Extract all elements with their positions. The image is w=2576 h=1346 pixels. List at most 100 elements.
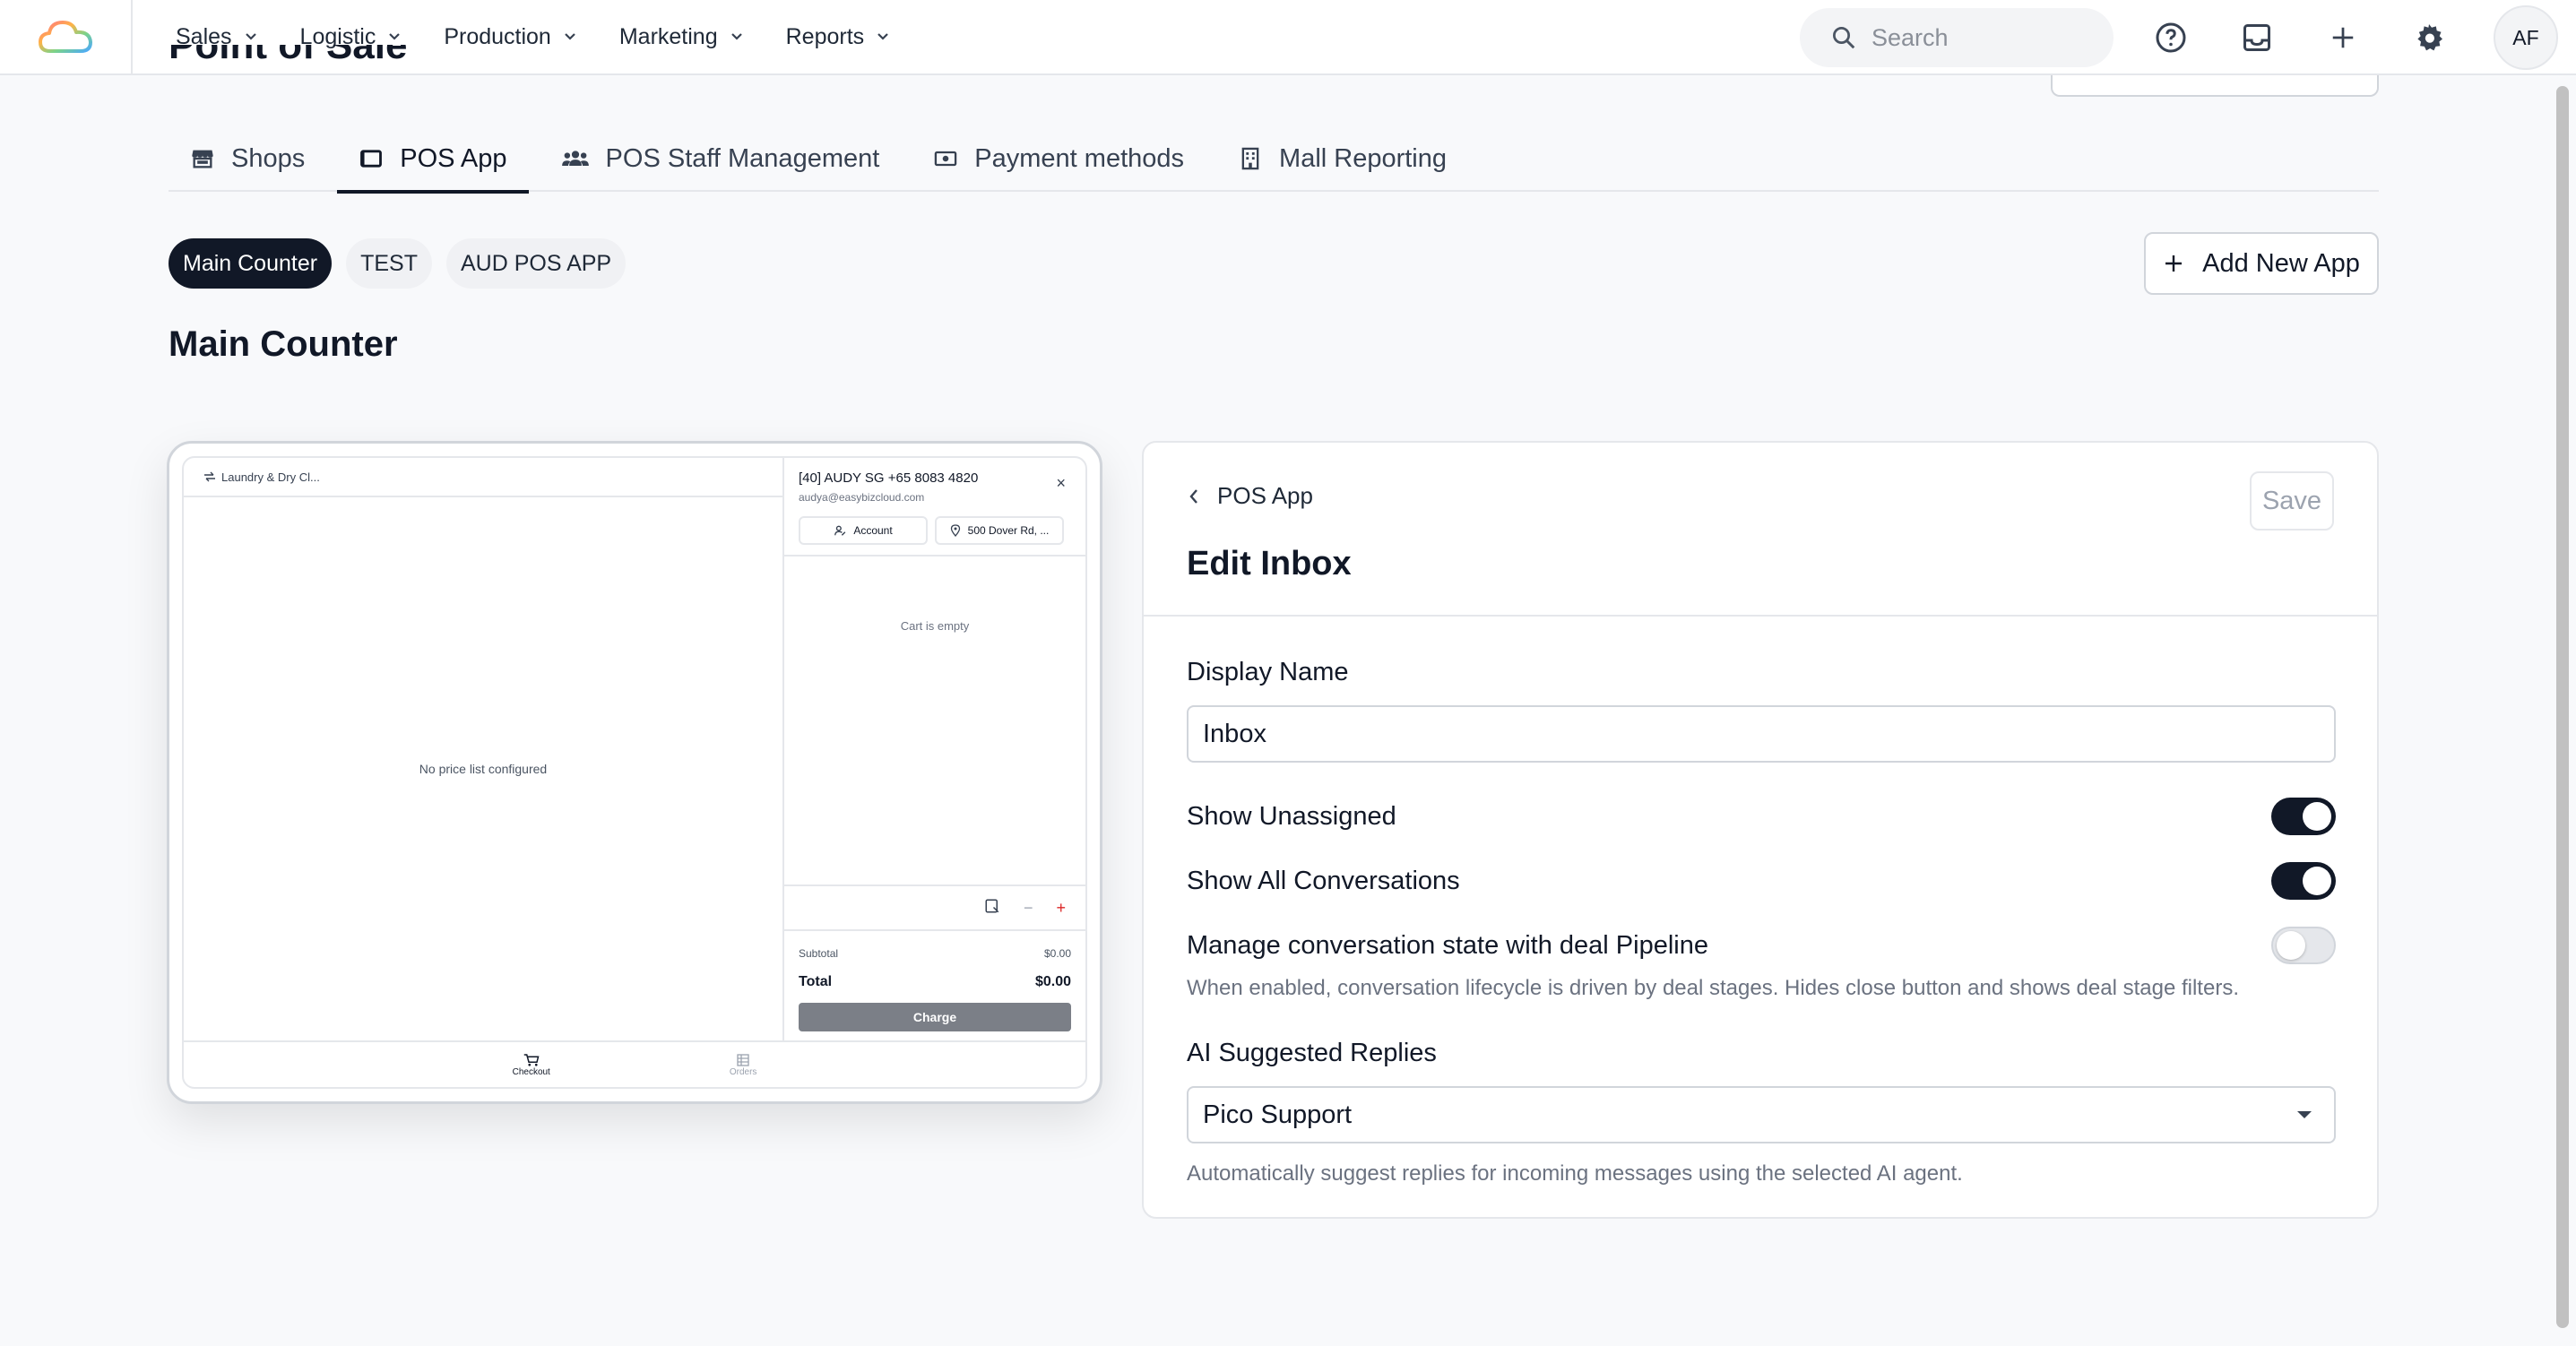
nav-orders[interactable]: Orders <box>729 1042 757 1087</box>
show-unassigned-row: Show Unassigned <box>1187 797 2336 836</box>
back-label: POS App <box>1217 482 1313 509</box>
customer-actions: Account 500 Dover Rd, ... <box>799 516 1071 545</box>
display-name-value: Inbox <box>1203 719 1266 748</box>
tab-pos-staff[interactable]: POS Staff Management <box>540 125 902 192</box>
payment-icon <box>933 146 958 171</box>
chevron-down-icon <box>565 33 575 40</box>
card-title: Edit Inbox <box>1187 545 1352 582</box>
subtotal-value: $0.00 <box>1043 947 1071 960</box>
tab-label: Mall Reporting <box>1279 143 1448 173</box>
search-input[interactable] <box>1871 23 2087 52</box>
cart-actions: − + <box>784 884 1085 931</box>
pill-label: AUD POS APP <box>460 250 612 276</box>
minus-icon[interactable]: − <box>1024 899 1033 918</box>
ai-replies-label: AI Suggested Replies <box>1187 1039 1437 1067</box>
chevron-down-icon <box>245 33 256 40</box>
customer-email: audya@easybizcloud.com <box>799 491 925 504</box>
create-button[interactable] <box>2321 16 2364 59</box>
help-button[interactable] <box>2149 16 2192 59</box>
add-new-app-button[interactable]: Add New App <box>2144 232 2379 295</box>
tab-shops[interactable]: Shops <box>169 125 326 192</box>
inbox-button[interactable] <box>2235 16 2278 59</box>
section-title: Main Counter <box>169 324 398 364</box>
checkout-label: Checkout <box>512 1066 550 1077</box>
header-action-button[interactable] <box>2051 75 2379 97</box>
account-label: Account <box>853 524 893 537</box>
swap-icon <box>204 471 215 482</box>
top-actions: AF <box>1800 0 2576 75</box>
shop-selector[interactable]: Laundry & Dry Cl... <box>184 458 782 497</box>
ai-replies-select[interactable]: Pico Support <box>1187 1086 2336 1143</box>
gear-icon <box>2417 24 2442 51</box>
subtotal-row: Subtotal $0.00 <box>799 947 1071 960</box>
settings-button[interactable] <box>2407 16 2451 59</box>
back-link[interactable]: POS App <box>1189 482 1313 510</box>
store-icon <box>190 146 215 171</box>
chevron-left-icon <box>1189 488 1199 505</box>
app-pill-test[interactable]: TEST <box>346 238 432 289</box>
display-name-field[interactable]: Inbox <box>1187 705 2336 763</box>
totals: Subtotal $0.00 Total $0.00 Charge <box>784 931 1085 1040</box>
note-icon[interactable] <box>984 898 1000 919</box>
search-box[interactable] <box>1800 8 2114 67</box>
logo[interactable] <box>0 0 133 74</box>
save-button[interactable]: Save <box>2250 471 2334 531</box>
customer-panel: [40] AUDY SG +65 8083 4820 audya@easybiz… <box>784 458 1085 557</box>
cart-empty: Cart is empty <box>900 619 970 633</box>
product-pane: Laundry & Dry Cl... No price list config… <box>184 458 784 1040</box>
tab-label: POS App <box>400 143 507 173</box>
inbox-form: Display Name Inbox Show Unassigned Show … <box>1187 658 2336 1186</box>
pill-label: Main Counter <box>183 250 318 276</box>
search-icon <box>1833 27 1855 49</box>
tab-mall-reporting[interactable]: Mall Reporting <box>1216 125 1468 192</box>
orders-label: Orders <box>729 1066 757 1077</box>
nav-marketing[interactable]: Marketing <box>619 24 743 50</box>
nav-reports[interactable]: Reports <box>786 24 890 50</box>
total-value: $0.00 <box>1034 974 1071 989</box>
ai-replies-help: Automatically suggest replies for incomi… <box>1187 1161 1963 1186</box>
chevron-down-icon <box>730 33 742 40</box>
tab-bar: Shops POS App POS Staff Management Payme… <box>169 125 2379 194</box>
show-unassigned-label: Show Unassigned <box>1187 801 1396 831</box>
pipeline-label: Manage conversation state with deal Pipe… <box>1187 930 1708 960</box>
shop-name: Laundry & Dry Cl... <box>221 470 320 484</box>
chevron-down-icon <box>389 33 401 40</box>
nav-checkout[interactable]: Checkout <box>513 1042 550 1087</box>
pipeline-toggle[interactable] <box>2271 927 2336 964</box>
account-button[interactable]: Account <box>799 516 928 545</box>
pos-preview: Laundry & Dry Cl... No price list config… <box>167 441 1102 1104</box>
page-title: Point of Sale <box>169 45 408 67</box>
show-unassigned-toggle[interactable] <box>2271 798 2336 835</box>
plus-icon <box>2332 27 2354 48</box>
tab-pos-app[interactable]: POS App <box>337 125 529 194</box>
page-scrollbar[interactable] <box>2556 86 2569 1328</box>
subtotal-label: Subtotal <box>799 947 839 960</box>
pos-screen: Laundry & Dry Cl... No price list config… <box>182 456 1087 1089</box>
plus-icon[interactable]: + <box>1056 899 1066 918</box>
avatar[interactable]: AF <box>2494 5 2558 70</box>
display-name-label: Display Name <box>1187 658 1349 686</box>
show-all-label: Show All Conversations <box>1187 866 1460 895</box>
cloud-logo-icon <box>39 21 92 53</box>
avatar-initials: AF <box>2512 25 2539 49</box>
app-pill-aud-pos[interactable]: AUD POS APP <box>445 238 627 289</box>
address-button[interactable]: 500 Dover Rd, ... <box>935 516 1064 545</box>
show-all-toggle[interactable] <box>2271 862 2336 900</box>
tab-payment-methods[interactable]: Payment methods <box>912 125 1206 192</box>
close-icon[interactable]: × <box>1056 474 1066 493</box>
orders-icon <box>737 1053 749 1066</box>
pipeline-help: When enabled, conversation lifecycle is … <box>1187 976 2239 1000</box>
address-label: 500 Dover Rd, ... <box>967 524 1050 537</box>
pos-bottom-nav: Checkout Orders <box>184 1040 1085 1087</box>
tab-label: POS Staff Management <box>605 143 880 173</box>
charge-button[interactable]: Charge <box>799 1003 1071 1031</box>
map-pin-icon <box>950 524 960 537</box>
chevron-down-icon <box>877 33 888 40</box>
add-app-label: Add New App <box>2202 248 2360 278</box>
nav-production[interactable]: Production <box>444 24 576 50</box>
cart-icon <box>523 1053 540 1066</box>
product-area: No price list configured <box>184 497 782 1040</box>
caret-down-icon <box>2297 1111 2312 1118</box>
nav-label: Reports <box>785 23 865 49</box>
app-pill-main-counter[interactable]: Main Counter <box>169 238 333 289</box>
